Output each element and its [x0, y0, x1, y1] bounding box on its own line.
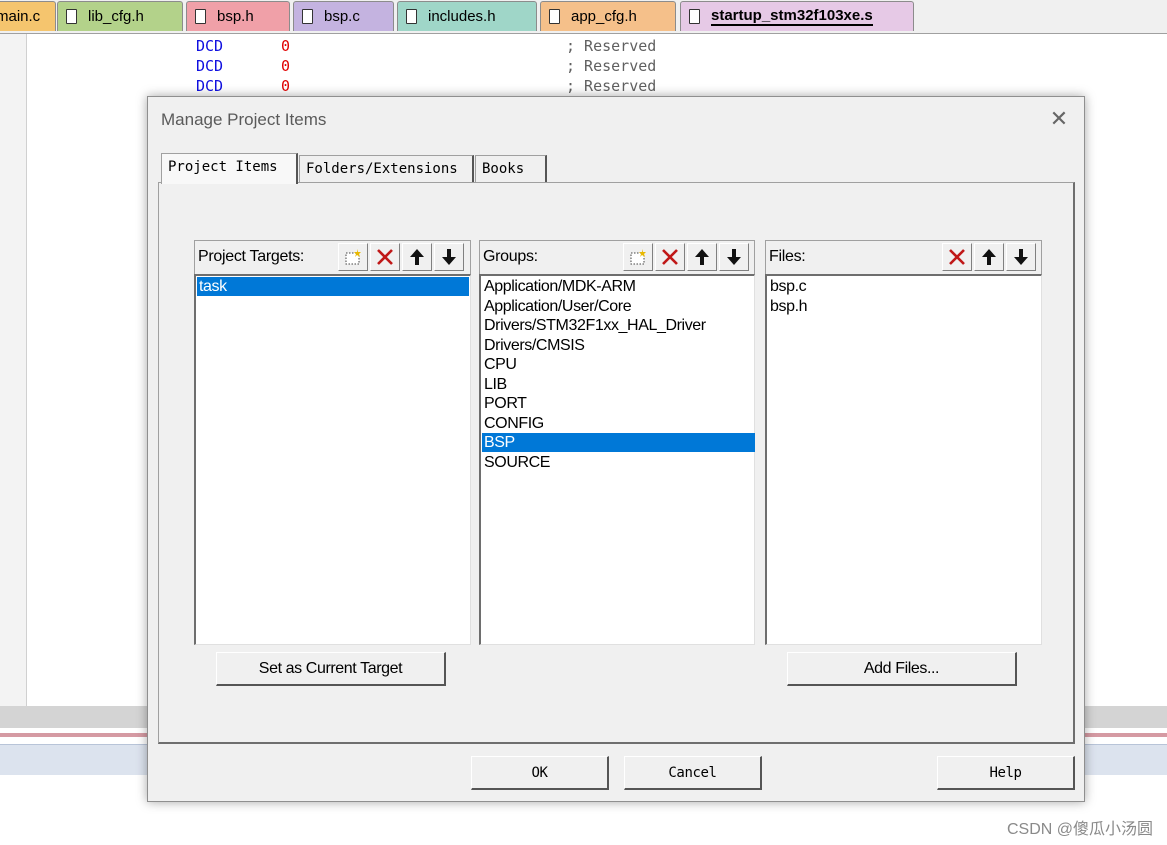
groups-header: Groups: [479, 240, 755, 274]
code-value: 0 [281, 57, 291, 75]
targets-header: Project Targets: [194, 240, 471, 274]
list-item[interactable]: bsp.h [768, 297, 1040, 316]
code-comment: ; Reserved [566, 77, 657, 95]
arrow-up-icon [695, 249, 709, 265]
code-comment: ; Reserved [566, 57, 657, 75]
list-item[interactable]: task [197, 277, 469, 296]
list-item[interactable]: BSP [482, 433, 755, 452]
list-item[interactable]: LIB [482, 375, 755, 394]
close-icon[interactable]: ✕ [1048, 109, 1070, 131]
tab-label: lib_cfg.h [88, 8, 144, 25]
code-op: DCD [196, 37, 224, 55]
tab-label: startup_stm32f103xe.s [711, 7, 873, 26]
tab-app-cfg-h[interactable]: app_cfg.h [540, 1, 676, 31]
move-group-up-button[interactable] [687, 243, 717, 271]
delete-icon [662, 249, 678, 265]
list-item[interactable]: CONFIG [482, 414, 755, 433]
file-icon [302, 9, 313, 24]
code-op: DCD [196, 57, 224, 75]
dialog-title: Manage Project Items [161, 110, 327, 129]
list-item[interactable]: Application/MDK-ARM [482, 277, 755, 296]
targets-list[interactable]: task [194, 274, 471, 645]
set-as-current-target-button[interactable]: Set as Current Target [216, 652, 446, 686]
groups-list[interactable]: Application/MDK-ARM Application/User/Cor… [479, 274, 755, 645]
list-item[interactable]: Drivers/STM32F1xx_HAL_Driver [482, 316, 755, 335]
tab-bsp-h[interactable]: bsp.h [186, 1, 290, 31]
editor-tab-bar: main.c lib_cfg.h bsp.h bsp.c includes.h … [0, 0, 1167, 34]
delete-icon [949, 249, 965, 265]
list-item[interactable]: PORT [482, 394, 755, 413]
watermark: CSDN @傻瓜小汤圆 [1006, 821, 1153, 838]
move-target-up-button[interactable] [402, 243, 432, 271]
move-file-down-button[interactable] [1006, 243, 1036, 271]
new-target-button[interactable] [338, 243, 368, 271]
tab-project-items[interactable]: Project Items [161, 153, 298, 184]
delete-target-button[interactable] [370, 243, 400, 271]
targets-title: Project Targets: [198, 248, 305, 265]
tab-label: bsp.c [324, 8, 360, 25]
tab-books[interactable]: Books [475, 155, 547, 183]
files-list[interactable]: bsp.c bsp.h [765, 274, 1042, 645]
delete-file-button[interactable] [942, 243, 972, 271]
new-item-icon [630, 249, 646, 265]
manage-project-items-dialog: Manage Project Items ✕ Project Items Fol… [147, 96, 1085, 802]
tab-label: includes.h [428, 8, 496, 25]
arrow-down-icon [1014, 249, 1028, 265]
help-button[interactable]: Help [937, 756, 1075, 790]
files-header: Files: [765, 240, 1042, 274]
tab-lib-cfg-h[interactable]: lib_cfg.h [57, 1, 183, 31]
code-value: 0 [281, 37, 291, 55]
tab-startup-s[interactable]: startup_stm32f103xe.s [680, 1, 914, 31]
editor-gutter [0, 34, 27, 706]
file-icon [549, 9, 560, 24]
list-item[interactable]: Application/User/Core [482, 297, 755, 316]
tab-folders-extensions[interactable]: Folders/Extensions [299, 155, 474, 183]
file-icon [406, 9, 417, 24]
tab-includes-h[interactable]: includes.h [397, 1, 537, 31]
list-item[interactable]: SOURCE [482, 453, 755, 472]
delete-icon [377, 249, 393, 265]
project-items-panel: Project Targets: task Groups: Applicatio… [158, 182, 1075, 744]
code-op: DCD [196, 77, 224, 95]
tab-bsp-c[interactable]: bsp.c [293, 1, 394, 31]
arrow-down-icon [442, 249, 456, 265]
list-item[interactable]: CPU [482, 355, 755, 374]
ok-button[interactable]: OK [471, 756, 609, 790]
arrow-up-icon [982, 249, 996, 265]
tab-main-c[interactable]: main.c [0, 1, 56, 31]
groups-title: Groups: [483, 248, 538, 265]
code-value: 0 [281, 77, 291, 95]
tab-label: app_cfg.h [571, 8, 637, 25]
add-files-button[interactable]: Add Files... [787, 652, 1017, 686]
delete-group-button[interactable] [655, 243, 685, 271]
tab-label: main.c [0, 8, 41, 25]
move-target-down-button[interactable] [434, 243, 464, 271]
tab-label: bsp.h [217, 8, 254, 25]
tab-label: Books [482, 161, 525, 177]
list-item[interactable]: bsp.c [768, 277, 1040, 296]
list-item[interactable]: Drivers/CMSIS [482, 336, 755, 355]
arrow-down-icon [727, 249, 741, 265]
tab-label: Folders/Extensions [306, 161, 458, 177]
tab-label: Project Items [168, 159, 278, 175]
file-icon [195, 9, 206, 24]
new-item-icon [345, 249, 361, 265]
file-icon [66, 9, 77, 24]
files-title: Files: [769, 248, 806, 265]
cancel-button[interactable]: Cancel [624, 756, 762, 790]
code-comment: ; Reserved [566, 37, 657, 55]
new-group-button[interactable] [623, 243, 653, 271]
file-icon [689, 9, 700, 24]
move-file-up-button[interactable] [974, 243, 1004, 271]
move-group-down-button[interactable] [719, 243, 749, 271]
arrow-up-icon [410, 249, 424, 265]
